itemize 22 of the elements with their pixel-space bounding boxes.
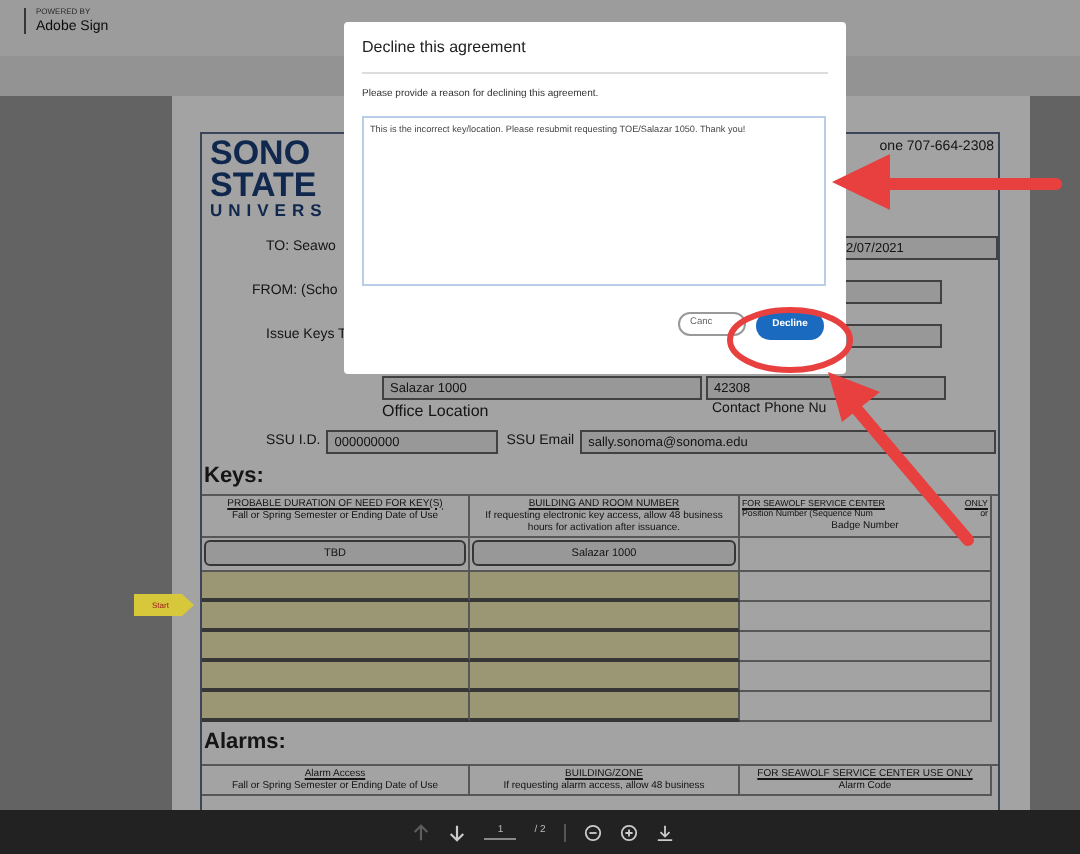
zoom-out-icon[interactable] — [583, 823, 602, 841]
input-field[interactable] — [470, 692, 740, 723]
input-field[interactable] — [470, 572, 740, 603]
input-field[interactable] — [470, 632, 740, 663]
logo-text: UNIVERS — [210, 202, 328, 219]
input-field[interactable] — [202, 572, 470, 603]
zoom-in-icon[interactable] — [619, 823, 638, 841]
input-field[interactable] — [470, 602, 740, 633]
dialog-title: Decline this agreement — [362, 36, 828, 74]
download-icon[interactable] — [655, 823, 674, 841]
input-field[interactable] — [202, 662, 470, 693]
down-arrow-icon[interactable] — [448, 823, 467, 841]
section-title: Alarms: — [204, 728, 288, 759]
input-field[interactable] — [470, 662, 740, 693]
logo-text: STATE — [210, 170, 317, 203]
section-title: Keys: — [204, 462, 266, 492]
input-field[interactable] — [202, 692, 470, 723]
input-field[interactable] — [202, 602, 470, 633]
field-label: Office Location — [382, 400, 491, 424]
input-field[interactable] — [202, 632, 470, 663]
circle-annotation — [727, 307, 853, 373]
logo-text: SONO — [210, 138, 313, 171]
